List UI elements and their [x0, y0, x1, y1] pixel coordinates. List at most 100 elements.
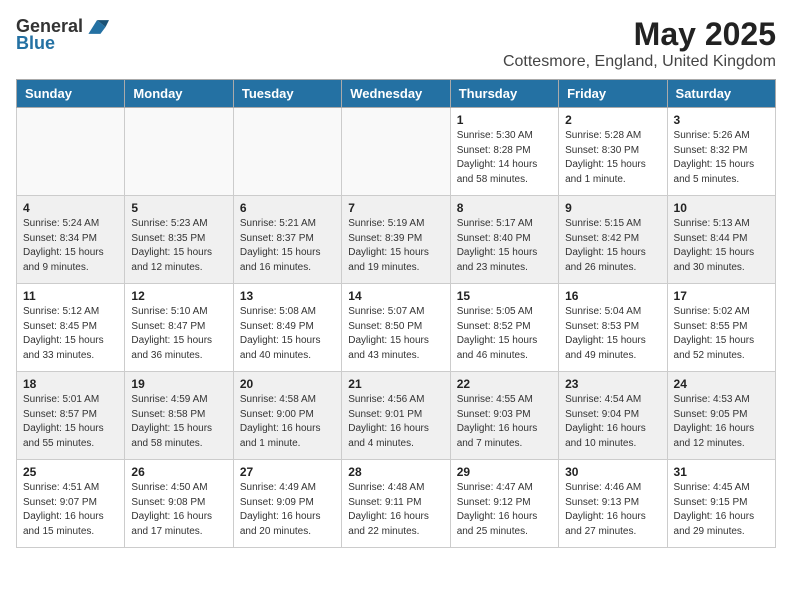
day-number: 25: [23, 465, 118, 479]
day-number: 20: [240, 377, 335, 391]
calendar-row: 25Sunrise: 4:51 AM Sunset: 9:07 PM Dayli…: [17, 460, 776, 548]
day-number: 9: [565, 201, 660, 215]
day-detail: Sunrise: 5:26 AM Sunset: 8:32 PM Dayligh…: [674, 129, 769, 187]
calendar-cell: 24 Sunrise: 4:53 AM Sunset: 9:05 PM Dayli…: [667, 372, 775, 460]
day-detail: Sunrise: 5:08 AM Sunset: 8:49 PM Dayligh…: [240, 305, 335, 363]
weekday-header: Sunday: [17, 80, 125, 108]
calendar-cell: 12Sunrise: 5:10 AM Sunset: 8:47 PM Dayli…: [125, 284, 233, 372]
calendar-cell: 5Sunrise: 5:23 AM Sunset: 8:35 PM Daylig…: [125, 196, 233, 284]
weekday-header: Monday: [125, 80, 233, 108]
calendar-cell: 31Sunrise: 4:45 AM Sunset: 9:15 PM Dayli…: [667, 460, 775, 548]
calendar-cell: 15Sunrise: 5:05 AM Sunset: 8:52 PM Dayli…: [450, 284, 558, 372]
day-detail: Sunrise: 4:56 AM Sunset: 9:01 PM Dayligh…: [348, 393, 443, 451]
calendar-cell: 6 Sunrise: 5:21 AM Sunset: 8:37 PM Daylig…: [233, 196, 341, 284]
day-number: 21: [348, 377, 443, 391]
calendar-cell: [17, 108, 125, 196]
day-number: 28: [348, 465, 443, 479]
calendar-cell: 18 Sunrise: 5:01 AM Sunset: 8:57 PM Dayli…: [17, 372, 125, 460]
day-detail: Sunrise: 4:55 AM Sunset: 9:03 PM Dayligh…: [457, 393, 552, 451]
day-detail: Sunrise: 5:10 AM Sunset: 8:47 PM Dayligh…: [131, 305, 226, 363]
day-detail: Sunrise: 5:28 AM Sunset: 8:30 PM Dayligh…: [565, 129, 660, 187]
page-header: General Blue May 2025 Cottesmore, Englan…: [16, 16, 776, 71]
calendar-cell: 1 Sunrise: 5:30 AM Sunset: 8:28 PM Daylig…: [450, 108, 558, 196]
logo: General Blue: [16, 16, 109, 54]
calendar-cell: 13 Sunrise: 5:08 AM Sunset: 8:49 PM Dayli…: [233, 284, 341, 372]
calendar-cell: 10Sunrise: 5:13 AM Sunset: 8:44 PM Dayli…: [667, 196, 775, 284]
calendar-cell: 29Sunrise: 4:47 AM Sunset: 9:12 PM Dayli…: [450, 460, 558, 548]
day-detail: Sunrise: 4:59 AM Sunset: 8:58 PM Dayligh…: [131, 393, 226, 451]
day-number: 26: [131, 465, 226, 479]
day-number: 24: [674, 377, 769, 391]
day-detail: Sunrise: 5:23 AM Sunset: 8:35 PM Dayligh…: [131, 217, 226, 275]
calendar-header-row: SundayMondayTuesdayWednesdayThursdayFrid…: [17, 80, 776, 108]
day-number: 27: [240, 465, 335, 479]
day-detail: Sunrise: 5:30 AM Sunset: 8:28 PM Dayligh…: [457, 129, 552, 187]
day-detail: Sunrise: 5:05 AM Sunset: 8:52 PM Dayligh…: [457, 305, 552, 363]
calendar-row: 1 Sunrise: 5:30 AM Sunset: 8:28 PM Daylig…: [17, 108, 776, 196]
calendar-cell: [342, 108, 450, 196]
day-number: 14: [348, 289, 443, 303]
day-number: 1: [457, 113, 552, 127]
day-detail: Sunrise: 4:49 AM Sunset: 9:09 PM Dayligh…: [240, 481, 335, 539]
day-detail: Sunrise: 4:47 AM Sunset: 9:12 PM Dayligh…: [457, 481, 552, 539]
day-detail: Sunrise: 4:50 AM Sunset: 9:08 PM Dayligh…: [131, 481, 226, 539]
calendar-cell: 17 Sunrise: 5:02 AM Sunset: 8:55 PM Dayli…: [667, 284, 775, 372]
day-number: 2: [565, 113, 660, 127]
calendar-cell: 4 Sunrise: 5:24 AM Sunset: 8:34 PM Daylig…: [17, 196, 125, 284]
day-number: 4: [23, 201, 118, 215]
calendar-cell: [233, 108, 341, 196]
weekday-header: Wednesday: [342, 80, 450, 108]
day-number: 30: [565, 465, 660, 479]
weekday-header: Friday: [559, 80, 667, 108]
calendar-cell: 14 Sunrise: 5:07 AM Sunset: 8:50 PM Dayli…: [342, 284, 450, 372]
weekday-header: Thursday: [450, 80, 558, 108]
day-detail: Sunrise: 4:53 AM Sunset: 9:05 PM Dayligh…: [674, 393, 769, 451]
calendar-cell: 21 Sunrise: 4:56 AM Sunset: 9:01 PM Dayli…: [342, 372, 450, 460]
day-detail: Sunrise: 5:21 AM Sunset: 8:37 PM Dayligh…: [240, 217, 335, 275]
day-number: 17: [674, 289, 769, 303]
calendar-cell: 22 Sunrise: 4:55 AM Sunset: 9:03 PM Dayli…: [450, 372, 558, 460]
day-detail: Sunrise: 4:48 AM Sunset: 9:11 PM Dayligh…: [348, 481, 443, 539]
calendar-cell: 2 Sunrise: 5:28 AM Sunset: 8:30 PM Daylig…: [559, 108, 667, 196]
calendar-cell: 25Sunrise: 4:51 AM Sunset: 9:07 PM Dayli…: [17, 460, 125, 548]
calendar-cell: 23 Sunrise: 4:54 AM Sunset: 9:04 PM Dayli…: [559, 372, 667, 460]
day-detail: Sunrise: 5:07 AM Sunset: 8:50 PM Dayligh…: [348, 305, 443, 363]
calendar-cell: 7 Sunrise: 5:19 AM Sunset: 8:39 PM Daylig…: [342, 196, 450, 284]
day-detail: Sunrise: 4:45 AM Sunset: 9:15 PM Dayligh…: [674, 481, 769, 539]
day-detail: Sunrise: 4:46 AM Sunset: 9:13 PM Dayligh…: [565, 481, 660, 539]
day-detail: Sunrise: 5:17 AM Sunset: 8:40 PM Dayligh…: [457, 217, 552, 275]
day-number: 11: [23, 289, 118, 303]
day-detail: Sunrise: 4:54 AM Sunset: 9:04 PM Dayligh…: [565, 393, 660, 451]
day-number: 3: [674, 113, 769, 127]
day-detail: Sunrise: 5:19 AM Sunset: 8:39 PM Dayligh…: [348, 217, 443, 275]
day-number: 13: [240, 289, 335, 303]
day-number: 8: [457, 201, 552, 215]
calendar-cell: 16Sunrise: 5:04 AM Sunset: 8:53 PM Dayli…: [559, 284, 667, 372]
logo-blue: Blue: [16, 33, 55, 54]
logo-icon: [85, 18, 109, 36]
calendar-cell: 27 Sunrise: 4:49 AM Sunset: 9:09 PM Dayli…: [233, 460, 341, 548]
day-number: 10: [674, 201, 769, 215]
location: Cottesmore, England, United Kingdom: [503, 53, 776, 71]
calendar-row: 18 Sunrise: 5:01 AM Sunset: 8:57 PM Dayli…: [17, 372, 776, 460]
day-number: 18: [23, 377, 118, 391]
day-detail: Sunrise: 5:24 AM Sunset: 8:34 PM Dayligh…: [23, 217, 118, 275]
day-detail: Sunrise: 5:01 AM Sunset: 8:57 PM Dayligh…: [23, 393, 118, 451]
calendar-cell: 3 Sunrise: 5:26 AM Sunset: 8:32 PM Daylig…: [667, 108, 775, 196]
calendar-cell: 9 Sunrise: 5:15 AM Sunset: 8:42 PM Daylig…: [559, 196, 667, 284]
calendar-cell: 19 Sunrise: 4:59 AM Sunset: 8:58 PM Dayli…: [125, 372, 233, 460]
day-number: 7: [348, 201, 443, 215]
day-number: 6: [240, 201, 335, 215]
weekday-header: Tuesday: [233, 80, 341, 108]
calendar-cell: 28 Sunrise: 4:48 AM Sunset: 9:11 PM Dayli…: [342, 460, 450, 548]
day-detail: Sunrise: 5:15 AM Sunset: 8:42 PM Dayligh…: [565, 217, 660, 275]
title-block: May 2025 Cottesmore, England, United Kin…: [503, 16, 776, 71]
day-detail: Sunrise: 5:02 AM Sunset: 8:55 PM Dayligh…: [674, 305, 769, 363]
day-number: 22: [457, 377, 552, 391]
day-number: 19: [131, 377, 226, 391]
calendar-cell: 20Sunrise: 4:58 AM Sunset: 9:00 PM Dayli…: [233, 372, 341, 460]
calendar-cell: [125, 108, 233, 196]
day-detail: Sunrise: 5:12 AM Sunset: 8:45 PM Dayligh…: [23, 305, 118, 363]
calendar-row: 11 Sunrise: 5:12 AM Sunset: 8:45 PM Dayli…: [17, 284, 776, 372]
day-number: 23: [565, 377, 660, 391]
